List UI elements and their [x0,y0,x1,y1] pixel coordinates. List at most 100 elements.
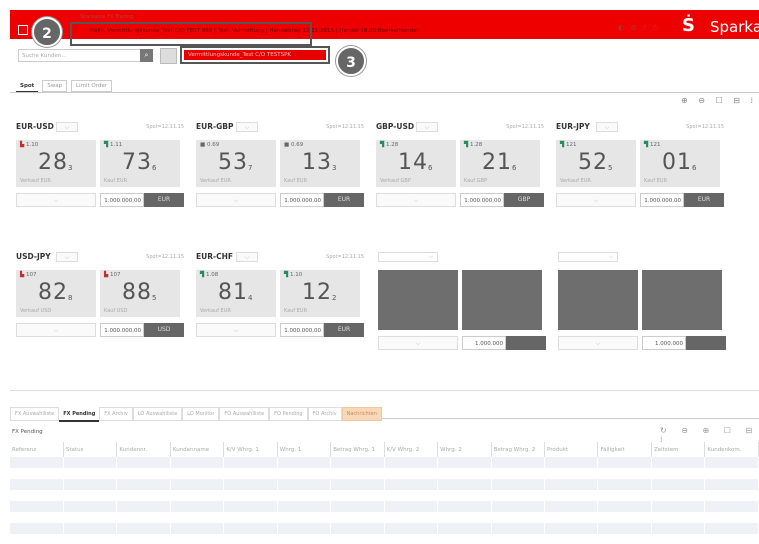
column-header[interactable]: Kundenkom. [704,442,759,457]
table-cell [437,523,492,534]
column-header[interactable]: K/V Whrg. 2 [384,442,439,457]
sell-price-box[interactable]: ▙ 1.10 283 Verkauf EUR [16,140,96,187]
column-header[interactable]: Produkt [544,442,599,457]
currency-pair[interactable]: EUR-CHF [196,252,233,261]
buy-price-box[interactable]: ▜ 1.28 216 Kauf GBP [460,140,540,187]
column-header[interactable]: Kundenname [170,442,225,457]
tab-swap[interactable]: Swap [42,80,68,92]
tab-fo-pending[interactable]: FO Pending [269,407,308,421]
price-label: Verkauf GBP [380,178,411,184]
sell-price-box[interactable] [378,270,458,330]
trend-tag: ▜ 1.11 [104,142,122,148]
column-header[interactable]: Kundennr. [116,442,171,457]
pair-select[interactable]: ⌵ [558,252,618,262]
sell-price-box[interactable]: ▙ 107 828 Verkauf USD [16,270,96,317]
sell-price-box[interactable]: ▜ 1.08 814 Verkauf EUR [196,270,276,317]
currency-button[interactable]: USD [144,323,184,337]
column-header[interactable]: Referenz [10,442,64,457]
amount-input[interactable]: 1.000.000,00 [460,193,504,207]
currency-pair[interactable]: GBP-USD [376,122,414,131]
amount-input[interactable]: 1.000.000 [462,336,506,350]
header-icons[interactable]: ◐ ⚙ ? ⏻ [618,24,660,33]
amount-input[interactable]: 1.000.000,00 [100,193,144,207]
search-icon[interactable]: ⌕ [140,49,153,62]
amount-input[interactable]: 1.000.000 [642,336,686,350]
currency-pair[interactable]: EUR-JPY [556,122,590,131]
amount-input[interactable]: 1.000.000,00 [640,193,684,207]
table-row[interactable] [10,501,759,512]
table-cell [597,523,652,534]
buy-price-box[interactable]: ▜ 1.11 736 Kauf EUR [100,140,180,187]
buy-price-box[interactable]: ■ 0.69 133 Kauf EUR [280,140,360,187]
pair-select[interactable]: ⌵ [378,252,438,262]
column-header[interactable]: Betrag Whrg. 2 [491,442,546,457]
tenor-dropdown[interactable]: ⌵ [378,336,458,350]
currency-pair[interactable]: EUR-USD [16,122,54,131]
zoom-toolbar[interactable]: ⊕ ⊖ ☐ ⊟ ⁞ [681,96,757,105]
tenor-dropdown[interactable]: ⌵ [196,323,276,337]
tab-limit-order[interactable]: Limit Order [71,80,113,92]
buy-price-box[interactable] [642,270,722,330]
table-row[interactable] [10,512,759,523]
sell-price-box[interactable]: ▜ 1.28 146 Verkauf GBP [376,140,456,187]
pair-dropdown[interactable]: ⌵ [236,252,258,262]
sell-price-box[interactable]: ■ 0.69 537 Verkauf EUR [196,140,276,187]
buy-price-box[interactable] [462,270,542,330]
tenor-dropdown[interactable]: ⌵ [16,193,96,207]
pair-dropdown[interactable]: ⌵ [56,122,78,132]
customer-search-input[interactable]: Suche Kunden... [18,49,153,62]
pair-dropdown[interactable]: ⌵ [236,122,258,132]
currency-button[interactable] [506,336,546,350]
column-header[interactable]: Zeitstem [651,442,706,457]
selected-customer[interactable]: Vermittlungskunde_Test C/O TESTSPK [184,50,326,60]
table-row[interactable] [10,490,759,501]
tab-fo-auswahlliste[interactable]: FO Auswahlliste [219,407,270,421]
amount-input[interactable]: 1.000.000,00 [280,323,324,337]
tenor-dropdown[interactable]: ⌵ [376,193,456,207]
table-row[interactable] [10,523,759,534]
sell-price-box[interactable] [558,270,638,330]
tenor-dropdown[interactable]: ⌵ [16,323,96,337]
currency-button[interactable]: GBP [504,193,544,207]
buy-price-box[interactable]: ▙ 107 885 Kauf USD [100,270,180,317]
pair-dropdown[interactable]: ⌵ [416,122,438,132]
tenor-dropdown[interactable]: ⌵ [196,193,276,207]
tenor-dropdown[interactable]: ⌵ [558,336,638,350]
tab-fx-archiv[interactable]: FX Archiv [99,407,133,421]
pair-dropdown[interactable]: ⌵ [596,122,618,132]
currency-button[interactable] [686,336,726,350]
table-row[interactable] [10,479,759,490]
currency-button[interactable]: EUR [324,193,364,207]
currency-button[interactable]: EUR [144,193,184,207]
menu-button[interactable] [18,25,28,35]
table-row[interactable] [10,468,759,479]
column-header[interactable]: Betrag Whrg. 1 [330,442,385,457]
amount-input[interactable]: 1.000.000,00 [100,323,144,337]
customer-toggle[interactable] [160,48,177,64]
amount-input[interactable]: 1.000.000,00 [280,193,324,207]
column-header[interactable]: Status [63,442,118,457]
column-header[interactable]: Whrg. 1 [277,442,332,457]
sell-price-box[interactable]: ▜ 121 525 Verkauf EUR [556,140,636,187]
tab-fx-pending[interactable]: FX Pending [59,408,100,422]
currency-pair[interactable]: EUR-GBP [196,122,233,131]
table-row[interactable] [10,457,759,468]
tab-fx-auswahlliste[interactable]: FX Auswahlliste [10,407,60,421]
table-cell [384,523,439,534]
tenor-dropdown[interactable]: ⌵ [556,193,636,207]
tab-lo-auswahlliste[interactable]: LO Auswahlliste [132,407,183,421]
tab-nachrichten[interactable]: Nachrichten [341,407,382,421]
pair-dropdown[interactable]: ⌵ [56,252,78,262]
buy-price-box[interactable]: ▜ 1.10 122 Kauf EUR [280,270,360,317]
tab-lo-monitor[interactable]: LO Monitor [182,407,220,421]
buy-price-box[interactable]: ▜ 121 016 Kauf EUR [640,140,720,187]
column-header[interactable]: K/V Whrg. 1 [223,442,278,457]
currency-pair[interactable]: USD-JPY [16,252,51,261]
column-header[interactable]: Whrg. 2 [437,442,492,457]
table-cell [651,468,706,479]
tab-fo-archiv[interactable]: FO Archiv [307,407,342,421]
currency-button[interactable]: EUR [684,193,724,207]
currency-button[interactable]: EUR [324,323,364,337]
trend-value: 0.69 [290,142,304,148]
column-header[interactable]: Fälligkeit [597,442,652,457]
